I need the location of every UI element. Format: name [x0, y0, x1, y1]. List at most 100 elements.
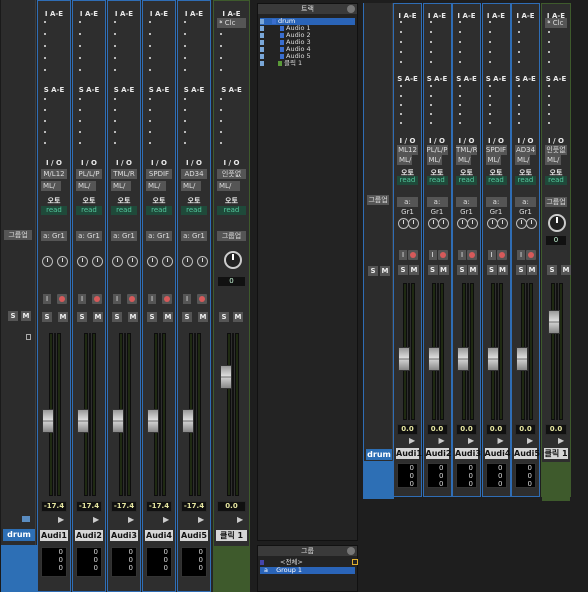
solo-button[interactable]: S [486, 265, 497, 275]
send-slot[interactable] [79, 98, 81, 100]
visibility-icon[interactable] [260, 39, 264, 45]
insert-slot[interactable] [44, 45, 46, 47]
input-selector[interactable]: AD34 [515, 145, 536, 155]
volume-readout[interactable]: -17.4 [76, 501, 102, 512]
send-slot[interactable] [220, 109, 222, 111]
insert-slot[interactable] [518, 61, 520, 63]
insert-slot[interactable] [79, 57, 81, 59]
send-slot[interactable] [488, 85, 491, 87]
track-row[interactable]: 클릭 1 [260, 60, 355, 67]
visibility-icon[interactable] [260, 46, 264, 52]
solo-button[interactable]: S [368, 266, 378, 276]
solo-button[interactable]: S [457, 265, 467, 275]
insert-slot[interactable] [548, 31, 550, 33]
insert-slot[interactable] [548, 51, 550, 53]
insert-slot[interactable] [459, 21, 461, 23]
volume-fader[interactable] [220, 365, 232, 389]
insert-slot[interactable] [79, 45, 81, 47]
send-view-icon[interactable]: ▶ [468, 436, 474, 445]
group-selector[interactable]: a: Gr1 [76, 231, 102, 241]
automation-mode[interactable]: read [111, 206, 137, 215]
solo-button[interactable]: S [547, 265, 557, 275]
insert-slot[interactable] [548, 41, 550, 43]
send-slot[interactable] [548, 85, 550, 87]
insert-slot[interactable] [459, 61, 461, 63]
input-selector[interactable]: M/L12 [41, 169, 67, 179]
insert-slot[interactable] [44, 69, 46, 71]
insert-slot[interactable] [149, 57, 151, 59]
track-name[interactable]: Audi2 [75, 530, 103, 541]
automation-mode[interactable]: read [41, 206, 67, 215]
automation-mode[interactable]: read [76, 206, 102, 215]
send-slot[interactable] [548, 95, 550, 97]
send-slot[interactable] [79, 131, 81, 133]
group-selector[interactable]: a: Gr1 [485, 197, 507, 216]
mute-button[interactable]: M [128, 312, 138, 322]
volume-fader[interactable] [398, 347, 410, 371]
mute-button[interactable]: M [438, 265, 449, 275]
volume-readout[interactable]: 0.0 [545, 424, 567, 435]
record-button[interactable] [496, 250, 507, 260]
output-selector[interactable]: ML/ [217, 181, 240, 191]
track-name[interactable]: Audi4 [145, 530, 173, 541]
solo-button[interactable]: S [427, 265, 438, 275]
input-monitor-button[interactable]: I [399, 250, 407, 260]
send-view-icon[interactable]: ▶ [163, 515, 169, 524]
send-slot[interactable] [518, 85, 520, 87]
track-name[interactable]: 클릭 1 [544, 448, 568, 459]
input-monitor-button[interactable]: I [43, 294, 51, 304]
group-selector[interactable]: a: Gr1 [41, 231, 67, 241]
send-slot[interactable] [114, 131, 116, 133]
input-monitor-button[interactable]: I [113, 294, 121, 304]
output-selector[interactable]: ML/ [41, 181, 61, 191]
insert-slot[interactable] [79, 69, 81, 71]
send-view-icon[interactable]: ▶ [237, 515, 243, 524]
send-slot[interactable] [429, 95, 432, 97]
send-slot[interactable] [518, 122, 520, 124]
solo-button[interactable]: S [8, 311, 18, 321]
record-button[interactable] [467, 250, 477, 260]
volume-readout[interactable]: -17.4 [146, 501, 172, 512]
insert-slot[interactable] [548, 21, 550, 23]
input-selector[interactable]: ML12 [397, 145, 418, 155]
group-row-group1[interactable]: a Group 1 [260, 567, 355, 574]
volume-readout[interactable]: 0.0 [485, 424, 507, 435]
insert-slot[interactable] [220, 69, 222, 71]
pan-knob-right[interactable] [162, 256, 173, 267]
send-slot[interactable] [44, 109, 46, 111]
send-slot[interactable] [220, 131, 222, 133]
send-slot[interactable] [459, 95, 461, 97]
track-name[interactable]: Audi4 [484, 448, 510, 459]
solo-button[interactable]: S [77, 312, 87, 322]
volume-fader[interactable] [182, 409, 194, 433]
send-slot[interactable] [429, 113, 432, 115]
mute-button[interactable]: M [93, 312, 103, 322]
pan-knob-left[interactable] [182, 256, 193, 267]
group-selector[interactable]: 그룹업 [545, 197, 567, 207]
send-slot[interactable] [44, 120, 46, 122]
pan-knob-right[interactable] [467, 218, 478, 229]
input-selector[interactable]: PL/L/P [76, 169, 102, 179]
output-selector[interactable]: ML/ [456, 155, 471, 165]
send-slot[interactable] [184, 142, 186, 144]
insert-slot[interactable] [429, 51, 432, 53]
send-slot[interactable] [400, 113, 402, 115]
solo-button[interactable]: S [182, 312, 192, 322]
visibility-icon[interactable] [260, 32, 264, 38]
insert-slot-click[interactable]: * Clc [217, 18, 246, 28]
insert-slot[interactable] [459, 31, 461, 33]
insert-slot[interactable] [114, 33, 116, 35]
send-slot[interactable] [459, 85, 461, 87]
send-slot[interactable] [184, 109, 186, 111]
strip-name[interactable]: drum [3, 529, 35, 541]
record-button[interactable] [437, 250, 448, 260]
send-slot[interactable] [488, 113, 491, 115]
track-name[interactable]: Audi3 [455, 448, 481, 459]
automation-mode[interactable]: read [515, 176, 536, 185]
pan-knob-left[interactable] [147, 256, 158, 267]
insert-slot[interactable] [400, 51, 402, 53]
mute-button[interactable]: M [409, 265, 419, 275]
insert-slot[interactable] [488, 51, 491, 53]
mute-button[interactable]: M [198, 312, 208, 322]
input-selector[interactable]: TML/R [111, 169, 137, 179]
